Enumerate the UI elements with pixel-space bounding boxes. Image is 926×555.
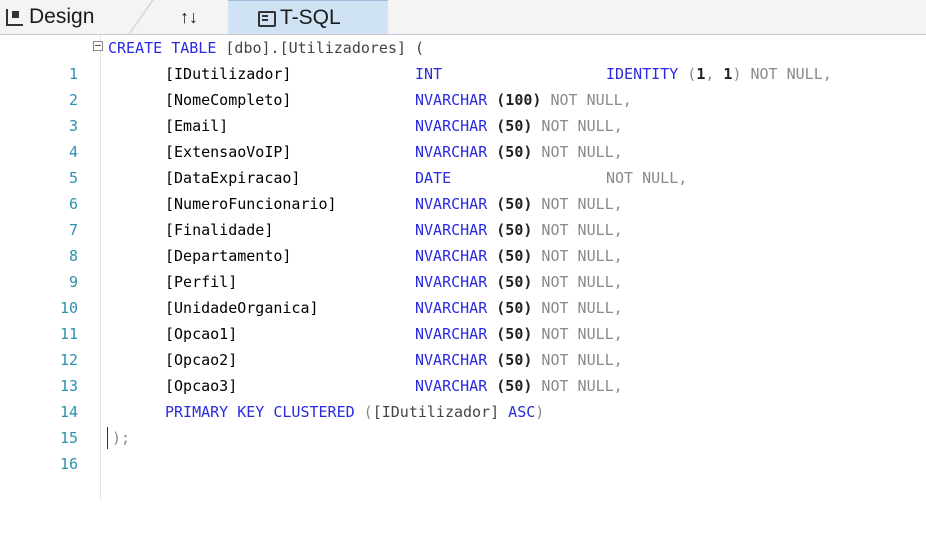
column-name: [IDutilizador] [165,65,292,83]
primary-key-column: [IDutilizador] [372,403,500,421]
text-cursor [107,427,108,449]
not-null: NOT NULL, [541,91,632,109]
code-line: 7 [NumeroFuncionario] NVARCHAR (50) NOT … [0,191,623,239]
column-type: NVARCHAR [415,351,488,369]
not-null: NOT NULL, [532,143,623,161]
statement-end: ); [112,429,131,447]
code-line: 12 [Opcao1] NVARCHAR (50) NOT NULL, [0,321,623,369]
sql-keyword: CREATE TABLE [108,39,217,57]
database-icon [258,10,276,27]
column-type: NVARCHAR [415,377,488,395]
tab-tsql[interactable]: T-SQL [228,0,388,34]
not-null: NOT NULL, [606,169,688,187]
column-type: DATE [415,169,452,187]
column-size: (50) [487,351,533,369]
identity-keyword: IDENTITY [606,65,679,83]
column-type: NVARCHAR [415,195,488,213]
code-line: 15 PRIMARY KEY CLUSTERED ([IDutilizador]… [0,399,544,447]
code-line: 9 [Departamento] NVARCHAR (50) NOT NULL, [0,243,623,291]
paren: ) [535,403,545,421]
code-line: 11 [UnidadeOrganica] NVARCHAR (50) NOT N… [0,295,623,343]
column-name: [ExtensaoVoIP] [165,143,292,161]
editor-tab-bar: Design ↑↓ T-SQL [0,0,926,35]
column-name: [Finalidade] [165,221,274,239]
not-null: NOT NULL, [532,299,623,317]
column-type: NVARCHAR [415,221,488,239]
column-name: [UnidadeOrganica] [165,299,319,317]
not-null: NOT NULL, [532,351,623,369]
design-icon [6,8,23,26]
collapse-icon[interactable] [93,41,103,51]
column-size: (50) [487,195,533,213]
tab-swap-panes[interactable]: ↑↓ [150,0,230,34]
paren: ( [354,403,373,421]
column-name: [Opcao2] [165,351,238,369]
not-null: NOT NULL, [741,65,832,83]
gutter-divider [100,35,101,500]
code-line: 8 [Finalidade] NVARCHAR (50) NOT NULL, [0,217,623,265]
column-type: NVARCHAR [415,117,488,135]
table-name: [dbo].[Utilizadores] ( [216,39,425,57]
column-size: (50) [487,221,533,239]
not-null: NOT NULL, [532,247,623,265]
column-name: [Email] [165,117,229,135]
code-line: 16 ); [0,425,130,473]
code-line: 1 CREATE TABLE [dbo].[Utilizadores] ( [0,35,424,83]
tab-design[interactable]: Design [6,0,134,34]
code-line: 14 [Opcao3] NVARCHAR (50) NOT NULL, [0,373,623,421]
not-null: NOT NULL, [532,195,623,213]
code-line: 3 [NomeCompleto] NVARCHAR (100) NOT NULL… [0,87,632,135]
not-null: NOT NULL, [532,273,623,291]
comma: , [705,65,724,83]
not-null: NOT NULL, [532,377,623,395]
code-line: 2 [IDutilizador] INT IDENTITY (1, 1) NOT… [0,61,832,109]
asc-keyword: ASC [499,403,536,421]
tab-design-label: Design [29,5,95,28]
swap-pane-icon: ↑↓ [180,6,198,27]
column-type: NVARCHAR [415,273,488,291]
code-line: 6 [DataExpiracao] DATE NOT NULL, [0,165,687,213]
column-size: (50) [487,143,533,161]
column-type: NVARCHAR [415,325,488,343]
column-type: NVARCHAR [415,91,488,109]
column-type: NVARCHAR [415,143,488,161]
column-name: [Departamento] [165,247,292,265]
column-size: (50) [487,325,533,343]
paren: ( [678,65,697,83]
column-size: (50) [487,247,533,265]
column-name: [Opcao1] [165,325,238,343]
identity-seed: 1 [696,65,706,83]
not-null: NOT NULL, [532,117,623,135]
line-number: 16 [59,455,78,473]
column-type: NVARCHAR [415,247,488,265]
column-name: [DataExpiracao] [165,169,301,187]
column-name: [Perfil] [165,273,238,291]
code-line: 13 [Opcao2] NVARCHAR (50) NOT NULL, [0,347,623,395]
column-size: (100) [487,91,542,109]
column-name: [NomeCompleto] [165,91,292,109]
sql-editor[interactable]: 1 CREATE TABLE [dbo].[Utilizadores] ( 2 … [0,35,926,500]
column-name: [Opcao3] [165,377,238,395]
not-null: NOT NULL, [532,221,623,239]
column-size: (50) [487,299,533,317]
code-line: 5 [ExtensaoVoIP] NVARCHAR (50) NOT NULL, [0,139,623,187]
tab-tsql-label: T-SQL [280,5,341,29]
column-type: INT [415,65,443,83]
column-size: (50) [487,273,533,291]
not-null: NOT NULL, [532,325,623,343]
column-type: NVARCHAR [415,299,488,317]
code-line: 4 [Email] NVARCHAR (50) NOT NULL, [0,113,623,161]
primary-key-keyword: PRIMARY KEY CLUSTERED [165,403,355,421]
column-name: [NumeroFuncionario] [165,195,337,213]
code-line: 10 [Perfil] NVARCHAR (50) NOT NULL, [0,269,623,317]
column-size: (50) [487,377,533,395]
column-size: (50) [487,117,533,135]
